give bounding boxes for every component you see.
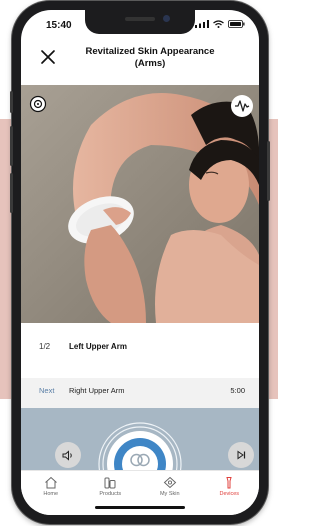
skip-icon bbox=[237, 450, 246, 460]
tab-label-devices: Devices bbox=[219, 491, 240, 497]
step-area: Left Upper Arm bbox=[69, 342, 127, 351]
battery-icon bbox=[228, 20, 245, 28]
tab-home[interactable]: Home bbox=[21, 471, 81, 515]
next-time: 5:00 bbox=[230, 386, 245, 395]
devices-icon bbox=[226, 477, 232, 489]
next-area: Right Upper Arm bbox=[69, 386, 125, 395]
volume-button[interactable] bbox=[55, 442, 81, 468]
play-button[interactable] bbox=[126, 450, 154, 470]
close-icon[interactable] bbox=[39, 48, 57, 66]
next-step-row: Next Right Upper Arm 5:00 bbox=[21, 378, 259, 408]
play-icon bbox=[130, 453, 150, 467]
title-line-1: Revitalized Skin Appearance bbox=[85, 46, 215, 57]
wifi-icon bbox=[213, 20, 224, 28]
volume-up-button bbox=[10, 126, 13, 166]
player-controls bbox=[21, 408, 259, 470]
wave-icon bbox=[235, 100, 250, 112]
tab-label-products: Products bbox=[99, 491, 122, 497]
home-icon bbox=[44, 476, 57, 489]
screen: 15:40 Revitalized Skin Appearance (Arms) bbox=[21, 10, 259, 515]
speaker-grille bbox=[125, 17, 155, 21]
tab-devices[interactable]: Devices bbox=[200, 471, 260, 515]
mute-switch bbox=[10, 91, 13, 113]
woman-arm-illustration bbox=[21, 85, 259, 323]
status-icons bbox=[195, 20, 245, 28]
skip-button[interactable] bbox=[228, 442, 254, 468]
next-label: Next bbox=[39, 386, 55, 395]
products-icon bbox=[104, 477, 116, 489]
volume-down-button bbox=[10, 173, 13, 213]
phone-frame: 15:40 Revitalized Skin Appearance (Arms) bbox=[10, 1, 270, 524]
tab-label-my-skin: My Skin bbox=[159, 491, 180, 497]
tab-label-home: Home bbox=[43, 491, 59, 497]
notch bbox=[85, 10, 195, 34]
title-line-2: (Arms) bbox=[134, 58, 166, 69]
my-skin-icon bbox=[163, 476, 176, 489]
status-time: 15:40 bbox=[46, 20, 72, 31]
power-button bbox=[267, 141, 270, 201]
volume-icon bbox=[62, 449, 72, 461]
target-icon[interactable] bbox=[29, 95, 47, 113]
step-count: 1/2 bbox=[39, 342, 51, 351]
treatment-photo bbox=[21, 85, 259, 323]
page-title: Revitalized Skin Appearance (Arms) bbox=[61, 46, 239, 70]
front-camera bbox=[163, 15, 170, 22]
home-indicator bbox=[95, 506, 185, 509]
signal-icon bbox=[195, 20, 209, 28]
current-step-row: 1/2 Left Upper Arm bbox=[21, 323, 259, 378]
wave-button[interactable] bbox=[231, 95, 253, 117]
